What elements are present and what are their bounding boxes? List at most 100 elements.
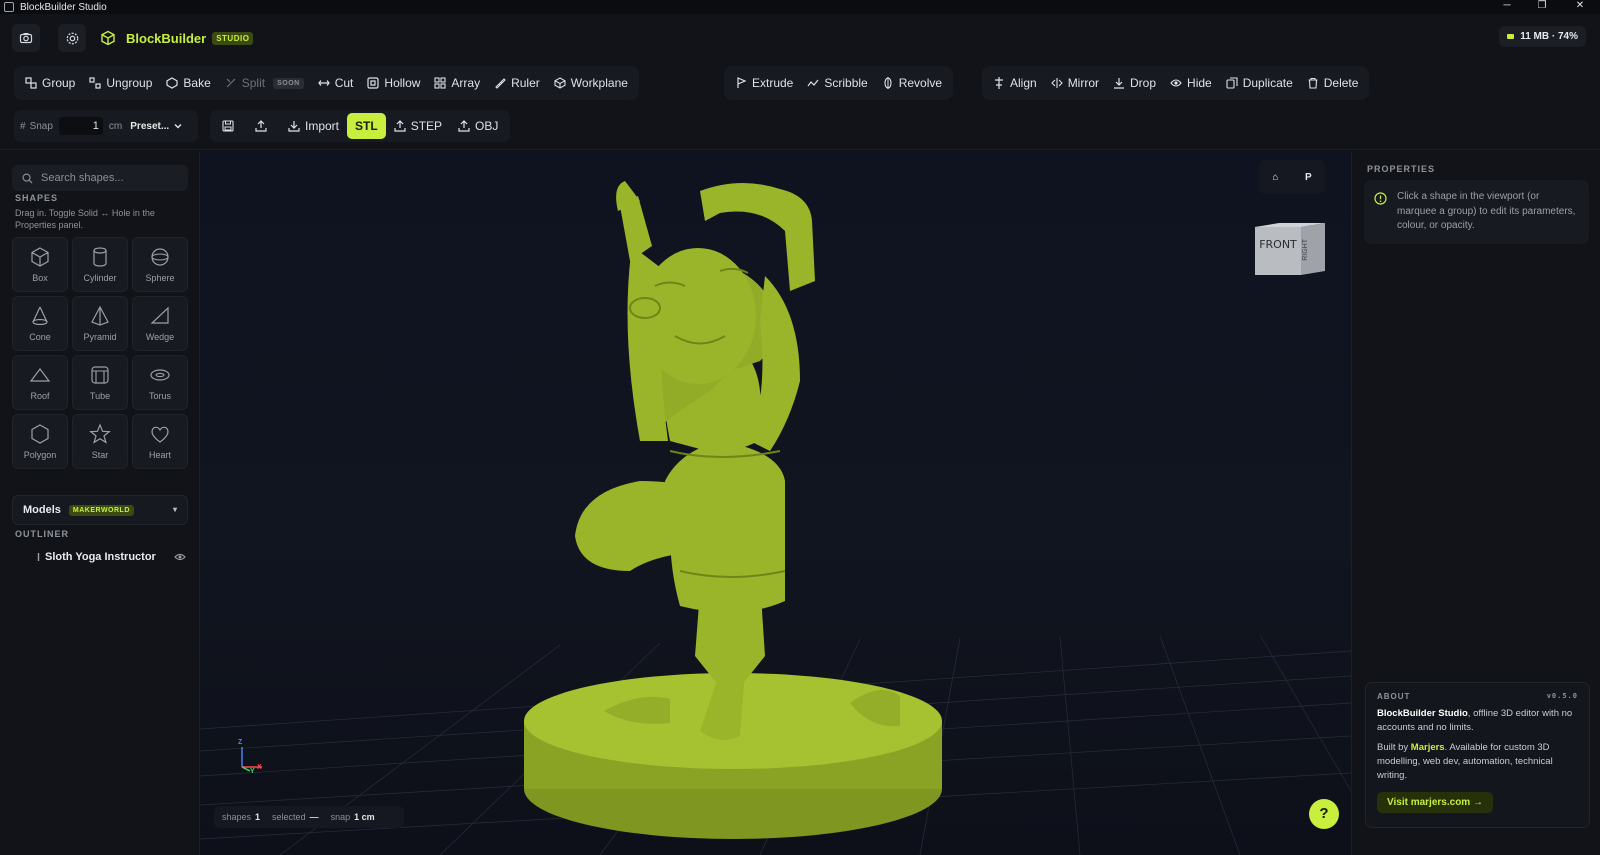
maximize-button[interactable]: ❐ xyxy=(1525,0,1559,14)
export-button[interactable] xyxy=(247,113,280,139)
split-button[interactable]: Split SOON xyxy=(218,69,311,97)
outliner-item-label: Sloth Yoga Instructor xyxy=(45,551,156,563)
minimize-button[interactable]: ─ xyxy=(1490,0,1524,14)
sphere-icon xyxy=(151,248,169,266)
snap-label: Snap xyxy=(29,120,53,132)
3d-viewport[interactable]: ⌂ P FRONT RIGHT Z Y X shapes 1 selected … xyxy=(200,151,1351,855)
projection-toggle-button[interactable]: P xyxy=(1305,172,1312,183)
cut-button[interactable]: Cut xyxy=(311,69,361,97)
visit-website-button[interactable]: Visit marjers.com → xyxy=(1377,792,1493,813)
shapes-hint: Drag in. Toggle Solid ↔ Hole in the Prop… xyxy=(15,208,155,230)
outliner-item[interactable]: Sloth Yoga Instructor xyxy=(36,551,186,563)
revolve-button[interactable]: Revolve xyxy=(875,69,949,97)
delete-button[interactable]: Delete xyxy=(1300,69,1366,97)
ruler-icon xyxy=(495,78,506,89)
visibility-eye-icon[interactable] xyxy=(174,551,186,563)
file-toolbar: Import STL STEP OBJ xyxy=(210,110,511,142)
toolbar-group-edit: Group Ungroup Bake Split SOON Cut Hollow… xyxy=(14,66,639,100)
array-button[interactable]: Array xyxy=(427,69,487,97)
screenshot-button[interactable] xyxy=(12,24,40,52)
ruler-button[interactable]: Ruler xyxy=(487,69,547,97)
duplicate-button[interactable]: Duplicate xyxy=(1219,69,1300,97)
app-version: v0.5.0 xyxy=(1546,692,1578,700)
properties-title: PROPERTIES xyxy=(1367,164,1436,174)
extrude-button[interactable]: Extrude xyxy=(728,69,800,97)
ungroup-button[interactable]: Ungroup xyxy=(82,69,159,97)
mirror-button[interactable]: Mirror xyxy=(1044,69,1106,97)
align-icon xyxy=(995,77,1003,89)
help-button[interactable]: ? xyxy=(1309,799,1339,829)
hide-button[interactable]: Hide xyxy=(1163,69,1219,97)
shapes-grid: Box Cylinder Sphere Cone Pyramid Wedge R… xyxy=(12,237,188,469)
export-step-button[interactable]: STEP xyxy=(386,113,450,139)
snap-value-input[interactable]: 1 xyxy=(58,117,103,135)
save-button[interactable] xyxy=(214,113,247,139)
soon-badge: SOON xyxy=(273,77,304,89)
extrude-icon xyxy=(737,77,747,88)
shape-pyramid[interactable]: Pyramid xyxy=(72,296,128,351)
group-button[interactable]: Group xyxy=(18,69,82,97)
nav-cube-right-label: RIGHT xyxy=(1302,239,1309,261)
align-button[interactable]: Align xyxy=(986,69,1044,97)
models-dropdown[interactable]: Models MAKERWORLD ▾ xyxy=(12,495,188,525)
bake-icon xyxy=(166,77,178,89)
wedge-icon xyxy=(150,306,169,324)
close-window-button[interactable]: ✕ xyxy=(1563,0,1597,14)
bake-button[interactable]: Bake xyxy=(159,69,217,97)
scribble-button[interactable]: Scribble xyxy=(800,69,874,97)
hollow-icon xyxy=(367,77,380,89)
about-author: Built by Marjers. Available for custom 3… xyxy=(1377,742,1553,781)
shape-cylinder[interactable]: Cylinder xyxy=(72,237,128,292)
ungroup-icon xyxy=(89,77,101,89)
hollow-button[interactable]: Hollow xyxy=(360,69,427,97)
about-title: ABOUT xyxy=(1377,692,1411,701)
snap-unit: cm xyxy=(108,120,123,132)
secondary-toolbar: # Snap 1 cm Preset... Import STL STEP OB… xyxy=(0,104,1600,150)
shape-tube[interactable]: Tube xyxy=(72,355,128,410)
shape-heart[interactable]: Heart xyxy=(132,414,188,469)
group-icon xyxy=(25,77,37,89)
workplane-button[interactable]: Workplane xyxy=(547,69,635,97)
pyramid-icon xyxy=(91,305,109,326)
brand-name: BlockBuilder xyxy=(126,30,207,46)
memory-usage-text: 11 MB · 74% xyxy=(1520,31,1578,42)
drop-icon xyxy=(1114,78,1125,89)
shape-polygon[interactable]: Polygon xyxy=(12,414,68,469)
shape-box[interactable]: Box xyxy=(12,237,68,292)
shape-torus[interactable]: Torus xyxy=(132,355,188,410)
logo-cube-icon xyxy=(101,30,115,46)
status-snap-value: 1 cm xyxy=(354,812,375,822)
main-toolbar: Group Ungroup Bake Split SOON Cut Hollow… xyxy=(0,62,1600,104)
drop-button[interactable]: Drop xyxy=(1106,69,1163,97)
shape-wedge[interactable]: Wedge xyxy=(132,296,188,351)
status-bar: shapes 1 selected — snap 1 cm xyxy=(214,806,404,828)
download-icon xyxy=(288,121,300,132)
tube-icon xyxy=(91,366,109,384)
array-icon xyxy=(434,77,446,89)
shape-roof[interactable]: Roof xyxy=(12,355,68,410)
shape-star[interactable]: Star xyxy=(72,414,128,469)
box-icon xyxy=(31,247,49,267)
import-button[interactable]: Import xyxy=(280,113,347,139)
export-stl-button[interactable]: STL xyxy=(347,113,386,139)
status-shapes-count: 1 xyxy=(255,812,261,822)
polygon-icon xyxy=(31,424,49,444)
sloth-yoga-instructor-model[interactable] xyxy=(200,151,1351,855)
snap-preset-select[interactable]: Preset... xyxy=(130,121,183,132)
star-icon xyxy=(89,423,111,444)
shape-cone[interactable]: Cone xyxy=(12,296,68,351)
drag-handle-icon xyxy=(37,553,40,561)
search-input[interactable]: Search shapes... xyxy=(12,165,188,191)
upload-icon xyxy=(394,120,406,132)
home-view-button[interactable]: ⌂ xyxy=(1272,172,1278,183)
status-selected-count: — xyxy=(309,812,319,822)
author-link[interactable]: Marjers xyxy=(1411,742,1445,753)
scribble-icon xyxy=(807,79,819,87)
view-controls: ⌂ P xyxy=(1259,160,1325,194)
shape-sphere[interactable]: Sphere xyxy=(132,237,188,292)
snap-hash-icon: # xyxy=(20,120,26,132)
export-obj-button[interactable]: OBJ xyxy=(450,113,506,139)
axis-x-label: X xyxy=(257,764,262,771)
snap-control: # Snap 1 cm Preset... xyxy=(14,110,198,142)
settings-button[interactable] xyxy=(58,24,86,52)
